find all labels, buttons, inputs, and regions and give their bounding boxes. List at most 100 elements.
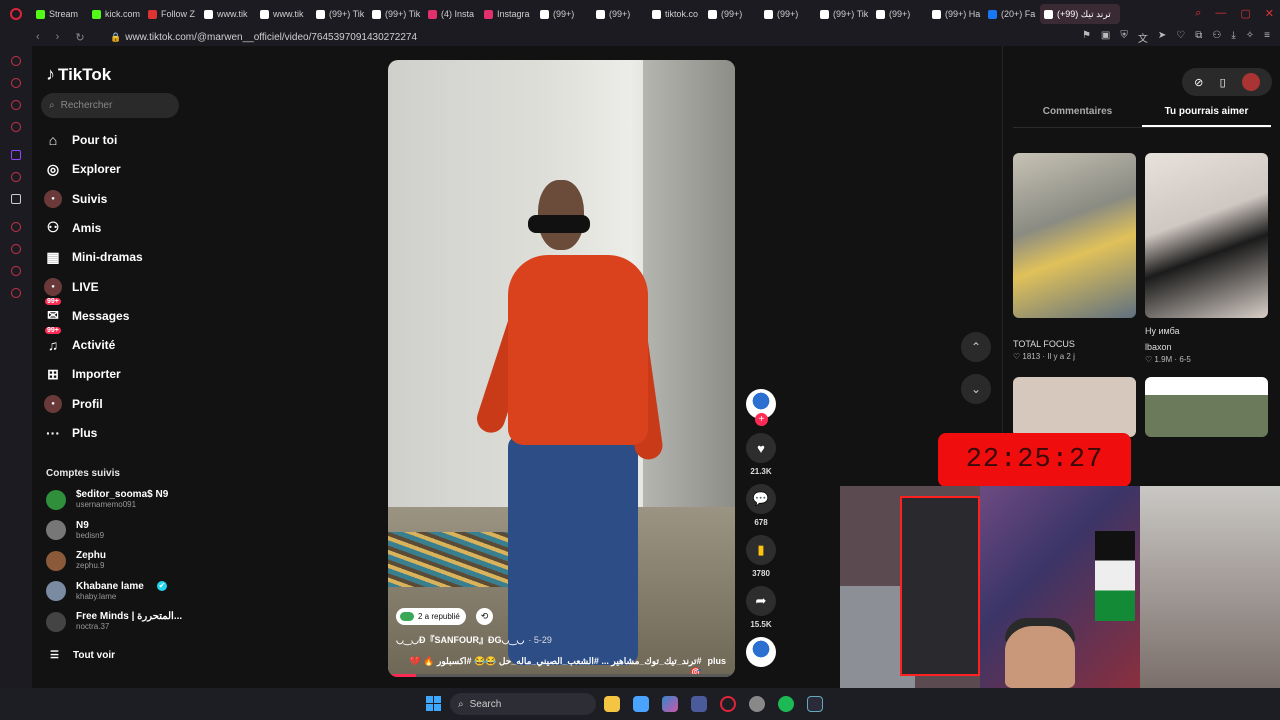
store-icon[interactable] (633, 696, 649, 712)
search-input[interactable]: ⌕ Rechercher (41, 93, 179, 118)
file-explorer-icon[interactable] (604, 696, 620, 712)
search-tabs-icon[interactable]: ⌕ (1195, 7, 1201, 20)
next-video-button[interactable]: ⌄ (961, 374, 991, 404)
recommended-thumb[interactable] (1145, 153, 1268, 318)
music-disc[interactable] (746, 637, 776, 667)
nav-item[interactable]: ♫ 99+ Activité (44, 327, 115, 356)
phone-icon[interactable]: ▯ (1220, 76, 1226, 89)
shield-icon[interactable]: ⛨ (1120, 30, 1128, 45)
back-icon[interactable]: ‹ (36, 31, 40, 44)
browser-tab[interactable]: kick.com (88, 4, 142, 24)
aria-icon[interactable]: ✧ (1246, 30, 1254, 45)
sidebar-app-icon[interactable] (11, 78, 21, 88)
bookmark-icon[interactable]: ⚑ (1082, 30, 1091, 45)
see-all-link[interactable]: ☰ Tout voir (50, 650, 115, 661)
history-icon[interactable] (11, 266, 21, 276)
opera-icon[interactable] (720, 696, 736, 712)
sidebar-app-icon[interactable] (11, 244, 21, 254)
translate-icon[interactable]: 文 (1138, 30, 1148, 45)
followed-account[interactable]: Zephu zephu.9 (46, 550, 106, 571)
browser-tab[interactable]: Instagra (480, 4, 534, 24)
browser-tab[interactable]: (99+) (704, 4, 758, 24)
calculator-icon[interactable] (691, 696, 707, 712)
menu-icon[interactable]: ≡ (1264, 30, 1270, 45)
video-player[interactable]: 2 a republié ⟲ ◡‿◡Ð『SANFOUR』ÐG◡‿◡ · 5-29 … (388, 60, 735, 677)
like-button[interactable]: ♥ (746, 433, 776, 463)
previous-video-button[interactable]: ⌃ (961, 332, 991, 362)
nav-item[interactable]: ◎ Explorer (44, 158, 121, 180)
heart-icon[interactable]: ♡ (1176, 30, 1185, 45)
recommended-thumb[interactable] (1013, 153, 1136, 318)
browser-tab[interactable]: (99+) (592, 4, 646, 24)
sidebar-app-icon[interactable] (11, 122, 21, 132)
creator-avatar[interactable]: + (746, 389, 776, 426)
x-icon[interactable] (11, 194, 21, 204)
settings-icon[interactable] (11, 288, 21, 298)
nav-item[interactable]: ▦ Mini-dramas (44, 246, 142, 268)
video-progress-bar[interactable] (388, 674, 735, 677)
sidebar-app-icon[interactable] (11, 172, 21, 182)
browser-tab[interactable]: (99+) Tik (368, 4, 422, 24)
extensions-icon[interactable]: ⧉ (1195, 30, 1202, 45)
app-icon[interactable] (749, 696, 765, 712)
close-icon[interactable]: ✕ (1265, 7, 1274, 20)
recommended-title[interactable]: Ну имба (1145, 326, 1180, 336)
sidebar-app-icon[interactable] (11, 56, 21, 66)
browser-tab[interactable]: www.tik (256, 4, 310, 24)
follow-plus-icon[interactable]: + (755, 413, 768, 426)
windows-start-icon[interactable] (426, 696, 441, 711)
spotify-icon[interactable] (778, 696, 794, 712)
opera-logo-icon[interactable] (10, 8, 22, 20)
browser-tab[interactable]: www.tik (200, 4, 254, 24)
reload-icon[interactable]: ↻ (75, 31, 84, 44)
share-button[interactable]: ➦ (746, 586, 776, 616)
sidebar-app-icon[interactable] (11, 222, 21, 232)
snapshot-icon[interactable]: ▣ (1101, 30, 1110, 45)
browser-tab[interactable]: (99+) (872, 4, 926, 24)
recommended-thumb[interactable] (1145, 377, 1268, 437)
browser-tab[interactable]: (99+) Tik (816, 4, 870, 24)
url-field[interactable]: www.tiktok.com/@marwen__officiel/video/7… (125, 32, 417, 43)
recommended-thumb[interactable] (1013, 377, 1136, 437)
browser-tab[interactable]: (99+) Tik (312, 4, 366, 24)
nav-item[interactable]: ● Profil (44, 393, 103, 415)
browser-tab[interactable]: (20+) Fa (984, 4, 1038, 24)
opera-gx-icon[interactable] (807, 696, 823, 712)
compass-icon[interactable]: ⊘ (1194, 76, 1203, 89)
recommended-title[interactable]: TOTAL FOCUS (1013, 339, 1075, 349)
followed-account[interactable]: N9 bedisn9 (46, 520, 104, 541)
browser-tab[interactable]: ترند تيك (99+) (1040, 4, 1120, 24)
tab-comments[interactable]: Commentaires (1013, 106, 1142, 127)
browser-tab[interactable]: (99+) (536, 4, 590, 24)
send-icon[interactable]: ➤ (1158, 30, 1166, 45)
nav-item[interactable]: ● Suivis (44, 188, 107, 210)
nav-item[interactable]: ⚇ Amis (44, 217, 102, 239)
video-author[interactable]: ◡‿◡Ð『SANFOUR』ÐG◡‿◡ · 5-29 (396, 633, 552, 646)
followed-account[interactable]: Khabane lame khaby.lame ✔ (46, 580, 167, 602)
nav-item[interactable]: ··· Plus (44, 422, 97, 444)
account-icon[interactable]: ⚇ (1212, 30, 1221, 45)
forward-icon[interactable]: › (56, 31, 60, 44)
download-icon[interactable]: ⤓ (1231, 30, 1235, 45)
repost-badge[interactable]: 2 a republié (396, 608, 466, 625)
nav-item[interactable]: ✉ 99+ Messages (44, 297, 129, 327)
save-button[interactable]: ▮ (746, 535, 776, 565)
taskbar-search[interactable]: ⌕ Search (450, 693, 596, 715)
nav-item[interactable]: ● LIVE (44, 276, 99, 298)
minimize-icon[interactable]: — (1215, 7, 1226, 20)
twitch-icon[interactable] (11, 150, 21, 160)
tab-recommendations[interactable]: Tu pourrais aimer (1142, 106, 1271, 127)
tiktok-logo[interactable]: ♪ TikTok (46, 64, 111, 85)
browser-tab[interactable]: (99+) (760, 4, 814, 24)
browser-tab[interactable]: Follow Z (144, 4, 198, 24)
recommended-author[interactable]: lbaxon (1145, 342, 1172, 352)
followed-account[interactable]: Free Minds | المتحررة... noctra.37 (46, 611, 182, 632)
maximize-icon[interactable]: ▢ (1240, 7, 1250, 20)
repost-icon[interactable]: ⟲ (476, 608, 493, 625)
followed-account[interactable]: $editor_sooma$ N9 usernamemo091 (46, 489, 168, 510)
browser-tab[interactable]: tiktok.co (648, 4, 702, 24)
profile-avatar[interactable] (1241, 73, 1260, 91)
browser-tab[interactable]: (4) Insta (424, 4, 478, 24)
copilot-icon[interactable] (662, 696, 678, 712)
comment-button[interactable]: 💬 (746, 484, 776, 514)
